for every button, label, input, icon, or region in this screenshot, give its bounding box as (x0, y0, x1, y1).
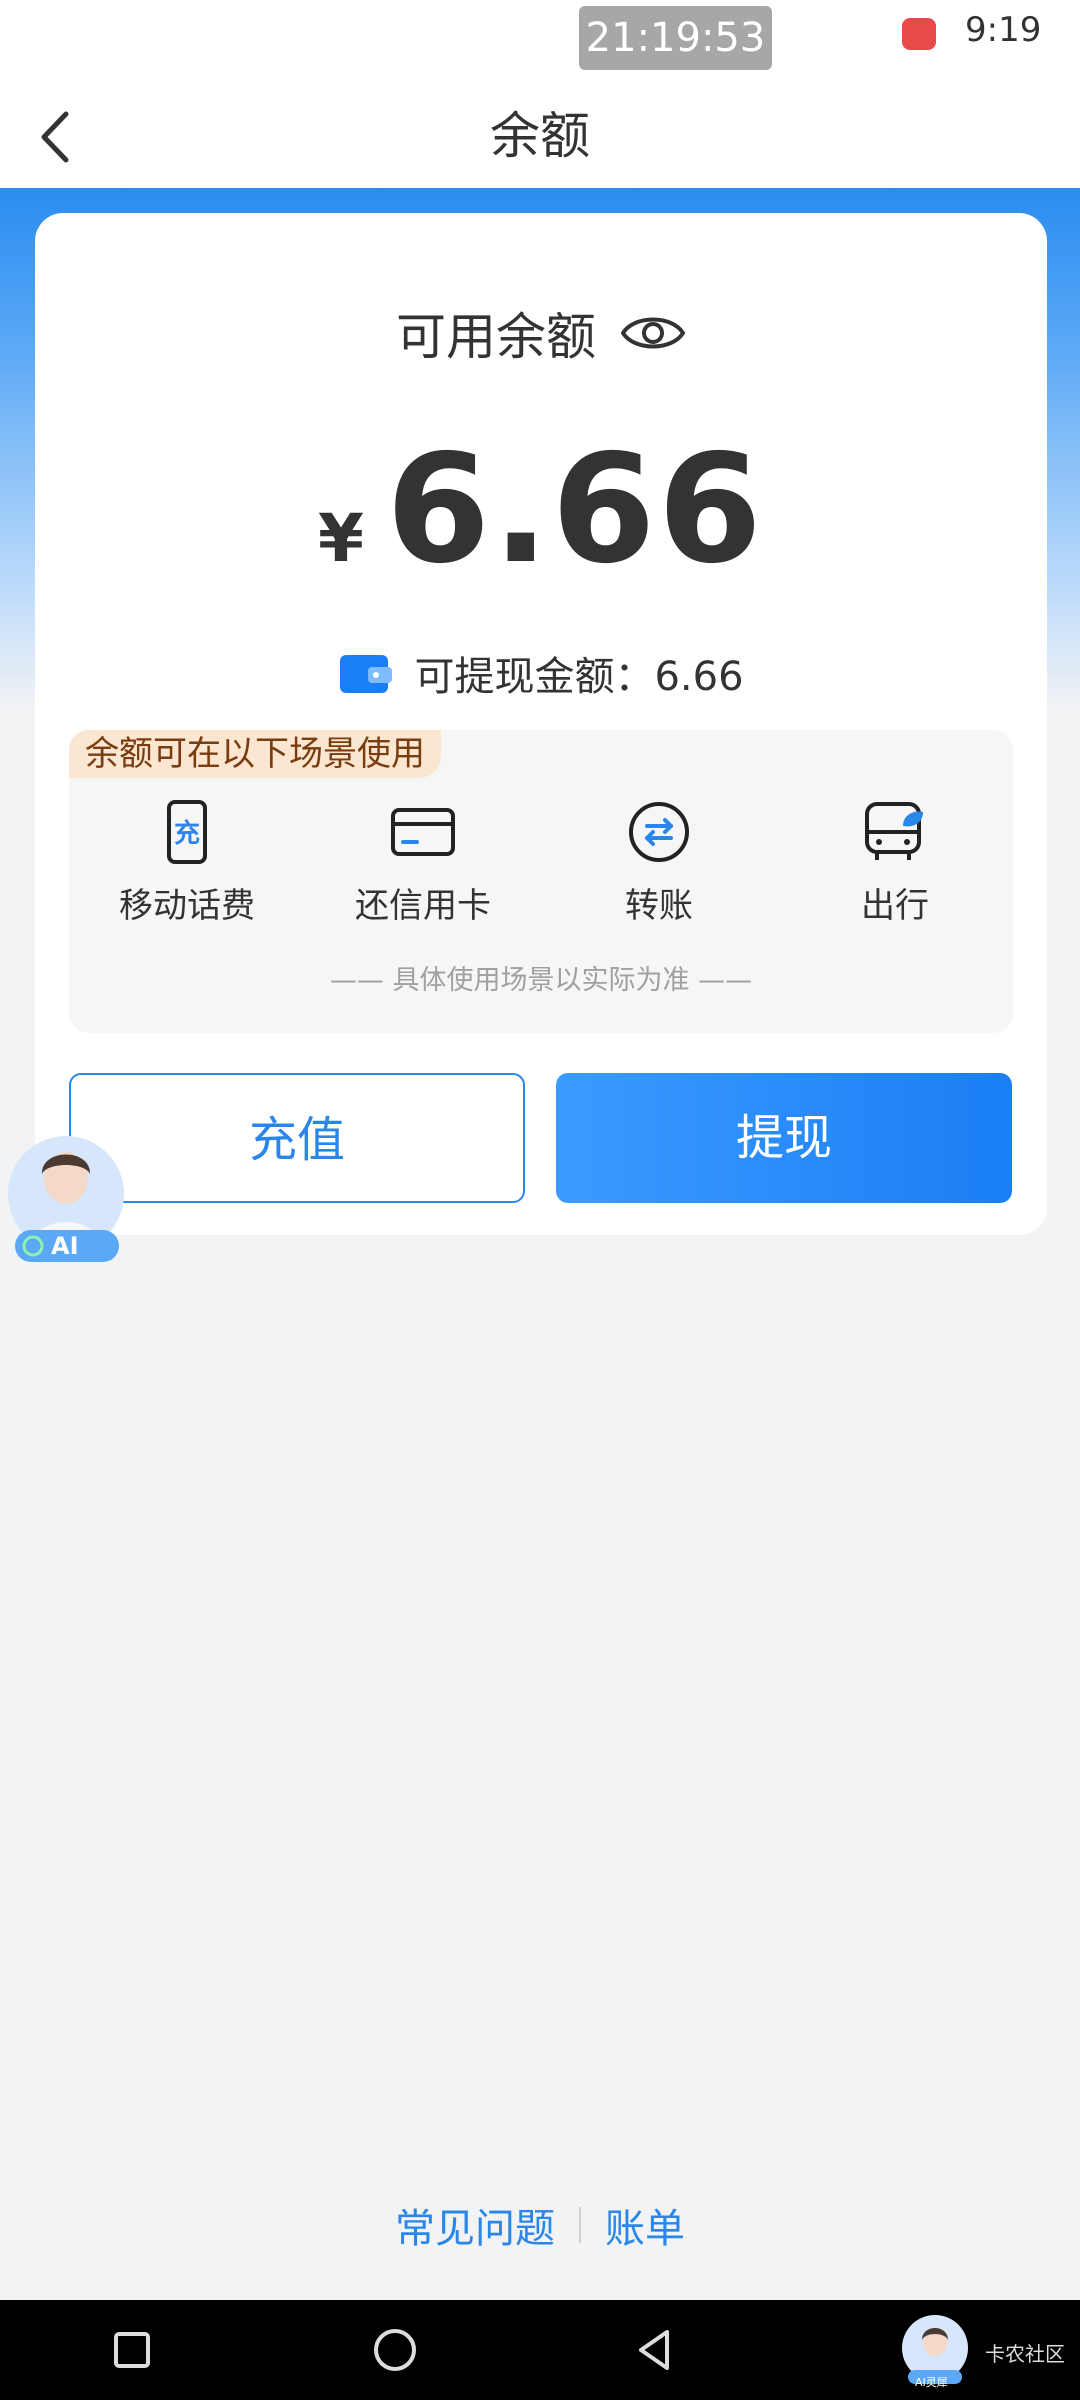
wallet-icon (340, 655, 393, 693)
status-bar: 21:19:53 9:19 (0, 0, 1080, 84)
back-button[interactable] (30, 102, 100, 172)
assistant-label: AI灵犀 (915, 2376, 948, 2389)
page-title: 余额 (490, 107, 590, 165)
usage-scenes-note: —— 具体使用场景以实际为准 —— (329, 965, 753, 996)
watermark-text: 卡农社区 (985, 2342, 1065, 2366)
system-nav-bar: AI灵犀 卡农社区 (0, 2300, 1080, 2400)
balance-amount: 6.66 (385, 423, 765, 597)
phone-recharge-icon: 充 (167, 800, 207, 864)
notification-app-icon (902, 18, 936, 50)
available-balance-label: 可用余额 (396, 308, 596, 366)
screen-record-time: 21:19:53 (579, 6, 772, 70)
chevron-left-icon (41, 111, 69, 163)
scene-label: 移动话费 (119, 886, 255, 926)
home-icon[interactable] (367, 2322, 423, 2378)
scene-travel[interactable]: 出行 (795, 800, 995, 930)
faq-link[interactable]: 常见问题 (395, 2196, 555, 2254)
back-nav-icon[interactable] (627, 2322, 683, 2378)
currency-symbol: ¥ (317, 500, 364, 577)
footer-links: 常见问题 账单 (0, 2190, 1080, 2260)
balance-card: 可用余额 ¥ 6.66 可提现金额：6.66 余额可在以下场景使用 充 移动话费 (35, 213, 1047, 1235)
recent-apps-icon[interactable] (104, 2322, 160, 2378)
recharge-button[interactable]: 充值 (69, 1073, 525, 1203)
available-balance-row: 可用余额 (35, 293, 1047, 373)
bus-icon (865, 802, 923, 860)
scene-transfer[interactable]: 转账 (559, 800, 759, 930)
withdrawable-amount: 可提现金额：6.66 (414, 654, 744, 700)
eye-icon[interactable] (620, 309, 686, 357)
ai-label: AI (51, 1232, 79, 1260)
footer-divider (579, 2207, 581, 2243)
withdraw-button[interactable]: 提现 (556, 1073, 1012, 1203)
withdrawable-row: 可提现金额：6.66 (35, 638, 1047, 708)
svg-text:充: 充 (174, 818, 200, 849)
status-clock: 9:19 (965, 10, 1042, 50)
ai-assistant-float[interactable]: AI (5, 1128, 127, 1268)
scene-label: 转账 (625, 886, 693, 926)
usage-scenes-badge: 余额可在以下场景使用 (69, 730, 441, 778)
usage-scenes: 余额可在以下场景使用 充 移动话费 还信用卡 转账 出行 —— 具体使用场景以实… (69, 730, 1013, 1033)
balance-amount-row: ¥ 6.66 (35, 423, 1047, 597)
scene-label: 出行 (861, 886, 929, 926)
bill-link[interactable]: 账单 (605, 2196, 685, 2254)
credit-card-icon (391, 808, 455, 856)
scene-mobile-recharge[interactable]: 充 移动话费 (87, 800, 287, 930)
transfer-icon (629, 802, 689, 862)
scene-credit-card[interactable]: 还信用卡 (323, 800, 523, 930)
scene-label: 还信用卡 (355, 886, 491, 926)
nav-bar: 余额 (0, 84, 1080, 188)
